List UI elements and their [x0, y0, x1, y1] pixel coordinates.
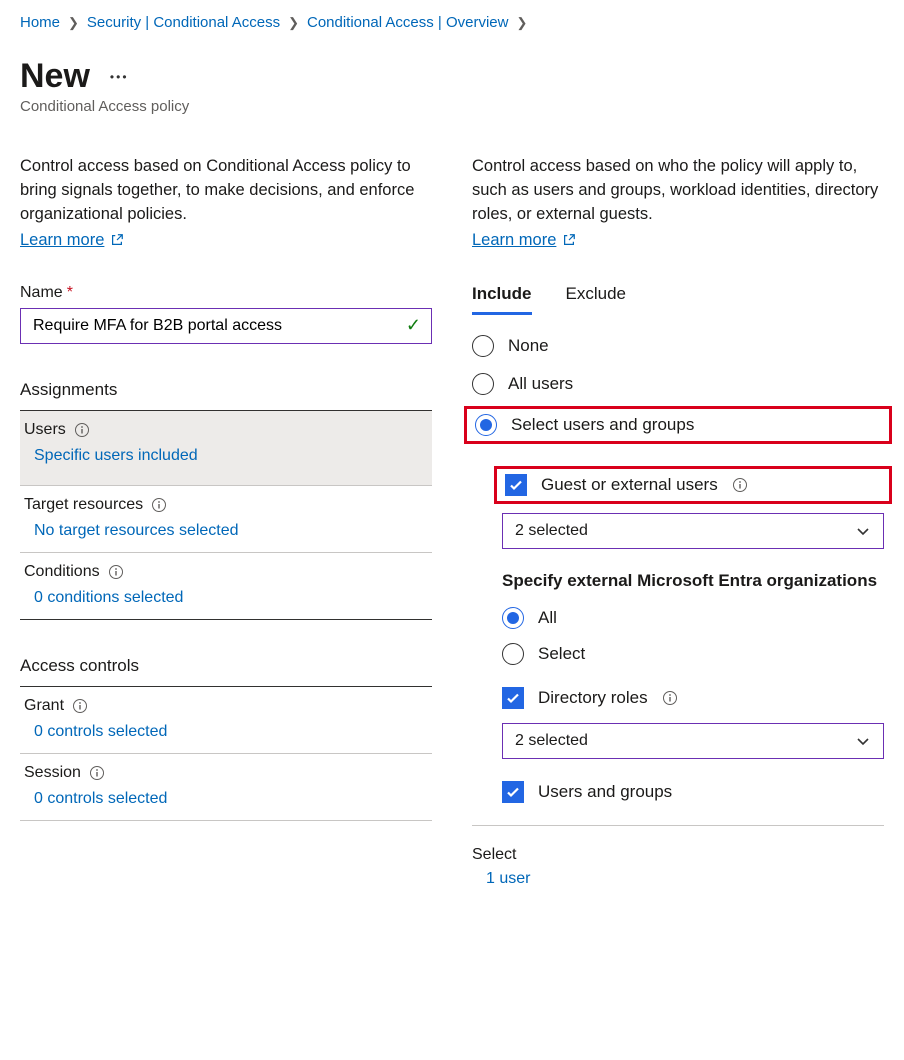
directory-roles-label: Directory roles — [538, 688, 648, 708]
session-block[interactable]: Session — [20, 754, 432, 784]
divider — [20, 619, 432, 620]
conditions-label: Conditions — [24, 563, 100, 581]
checkbox-checked-icon — [502, 781, 524, 803]
radio-all-users-label: All users — [508, 374, 573, 394]
grant-block[interactable]: Grant — [20, 687, 432, 717]
right-column: Control access based on who the policy w… — [472, 155, 884, 900]
radio-icon — [472, 373, 494, 395]
assignments-heading: Assignments — [20, 380, 432, 400]
checkbox-directory-roles[interactable]: Directory roles — [502, 687, 884, 709]
target-label: Target resources — [24, 496, 143, 514]
session-value-link[interactable]: 0 controls selected — [34, 790, 167, 807]
radio-select-users-groups[interactable]: Select users and groups — [464, 406, 892, 444]
chevron-right-icon: ❯ — [288, 15, 299, 31]
info-icon[interactable] — [151, 497, 167, 513]
divider — [472, 825, 884, 826]
checkbox-checked-icon — [502, 687, 524, 709]
radio-none[interactable]: None — [472, 335, 884, 357]
checkbox-checked-icon — [505, 474, 527, 496]
tab-exclude[interactable]: Exclude — [566, 284, 626, 315]
name-input-wrapper: ✓ — [20, 308, 432, 344]
radio-org-select[interactable]: Select — [502, 643, 884, 665]
page-subtitle: Conditional Access policy — [20, 98, 884, 115]
users-value-link[interactable]: Specific users included — [34, 447, 198, 464]
chevron-right-icon: ❯ — [516, 15, 527, 31]
breadcrumb-ca-overview[interactable]: Conditional Access | Overview — [307, 14, 508, 31]
left-intro-text: Control access based on Conditional Acce… — [20, 155, 432, 227]
access-controls-heading: Access controls — [20, 656, 432, 676]
chevron-down-icon — [855, 733, 871, 749]
target-value-link[interactable]: No target resources selected — [34, 522, 239, 539]
select-label: Select — [472, 846, 884, 864]
external-link-icon — [110, 233, 124, 247]
radio-org-all[interactable]: All — [502, 607, 884, 629]
breadcrumb-home[interactable]: Home — [20, 14, 60, 31]
org-all-label: All — [538, 608, 557, 628]
validation-checkmark-icon: ✓ — [406, 315, 421, 336]
conditions-block[interactable]: Conditions — [20, 553, 432, 583]
include-exclude-tabs: Include Exclude — [472, 284, 884, 315]
external-link-icon — [562, 233, 576, 247]
learn-more-left[interactable]: Learn more — [20, 231, 124, 250]
guest-dd-value: 2 selected — [515, 522, 588, 540]
radio-icon — [472, 335, 494, 357]
users-label: Users — [24, 421, 66, 439]
info-icon[interactable] — [89, 765, 105, 781]
radio-select-label: Select users and groups — [511, 415, 694, 435]
roles-dd-value: 2 selected — [515, 732, 588, 750]
learn-more-label: Learn more — [20, 231, 104, 250]
chevron-down-icon — [855, 523, 871, 539]
learn-more-label: Learn more — [472, 231, 556, 250]
conditions-value-link[interactable]: 0 conditions selected — [34, 589, 183, 606]
breadcrumb: Home ❯ Security | Conditional Access ❯ C… — [20, 14, 884, 31]
divider — [20, 820, 432, 821]
name-input[interactable] — [31, 316, 406, 336]
right-intro-text: Control access based on who the policy w… — [472, 155, 884, 227]
info-icon[interactable] — [72, 698, 88, 714]
info-icon[interactable] — [732, 477, 748, 493]
checkbox-users-and-groups[interactable]: Users and groups — [502, 781, 884, 803]
specify-orgs-heading: Specify external Microsoft Entra organiz… — [502, 569, 884, 593]
breadcrumb-security-ca[interactable]: Security | Conditional Access — [87, 14, 280, 31]
radio-selected-icon — [475, 414, 497, 436]
radio-all-users[interactable]: All users — [472, 373, 884, 395]
checkbox-guest-external[interactable]: Guest or external users — [494, 466, 892, 504]
guest-external-label: Guest or external users — [541, 475, 718, 495]
required-asterisk: * — [67, 284, 73, 301]
info-icon[interactable] — [662, 690, 678, 706]
radio-none-label: None — [508, 336, 549, 356]
directory-roles-dropdown[interactable]: 2 selected — [502, 723, 884, 759]
learn-more-right[interactable]: Learn more — [472, 231, 576, 250]
grant-value-link[interactable]: 0 controls selected — [34, 723, 167, 740]
session-label: Session — [24, 764, 81, 782]
info-icon[interactable] — [108, 564, 124, 580]
guest-types-dropdown[interactable]: 2 selected — [502, 513, 884, 549]
target-resources-block[interactable]: Target resources — [20, 486, 432, 516]
grant-label: Grant — [24, 697, 64, 715]
org-select-label: Select — [538, 644, 585, 664]
select-value-link[interactable]: 1 user — [486, 870, 530, 887]
chevron-right-icon: ❯ — [68, 15, 79, 31]
radio-selected-icon — [502, 607, 524, 629]
more-actions-button[interactable]: ••• — [110, 70, 129, 84]
name-label: Name* — [20, 284, 432, 302]
include-options: None All users Select users and groups G… — [472, 335, 884, 803]
info-icon[interactable] — [74, 422, 90, 438]
tab-include[interactable]: Include — [472, 284, 532, 315]
left-column: Control access based on Conditional Acce… — [20, 155, 432, 821]
page-title: New — [20, 57, 90, 96]
users-groups-label: Users and groups — [538, 782, 672, 802]
users-block[interactable]: Users Specific users included — [20, 411, 432, 485]
radio-icon — [502, 643, 524, 665]
